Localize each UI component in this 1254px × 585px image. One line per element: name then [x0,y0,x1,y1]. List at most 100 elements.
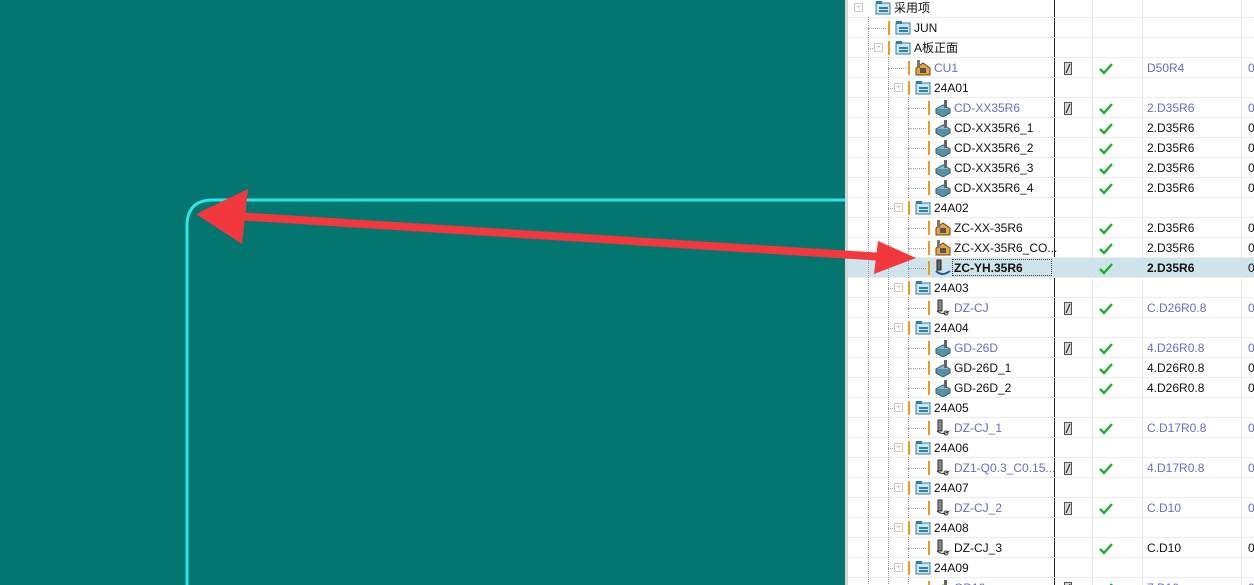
tree-operation-row[interactable]: GD-26D_1 4.D26R0.8 0 [848,357,1254,378]
program-group-icon [894,39,912,57]
extra-column-value: 0 [1248,461,1254,475]
tree-operation-row[interactable]: CD-XX35R6_4 2.D35R6 0 [848,177,1254,198]
collapse-toggle[interactable]: - [894,403,903,412]
tree-connector [888,377,889,398]
tree-operation-row[interactable]: CU1 D50R4 0 [848,57,1254,78]
collapse-toggle[interactable]: - [894,523,903,532]
tree-connector [868,117,869,138]
tree-operation-row[interactable]: ZC-XX-35R6_CO... 2.D35R6 0 [848,237,1254,258]
operation-navigator[interactable]: - 采用项 JUN - A板正面 CU1 D50R4 0 - 24A01 CD-XX35R6 2.D3… [848,0,1254,585]
toolpath-status-icon [1064,422,1072,435]
tree-folder-row[interactable]: - 24A01 [848,77,1254,98]
tree-folder-row[interactable]: - 24A05 [848,397,1254,418]
tree-connector [868,257,869,278]
tree-folder-row[interactable]: - 24A03 [848,277,1254,298]
tree-operation-row[interactable]: DZ-CJ_1 C.D17R0.8 0 [848,417,1254,438]
tree-connector [868,557,869,578]
tree-connector [908,137,909,158]
collapse-toggle[interactable]: - [894,563,903,572]
status-warning-marker [928,261,930,275]
tree-connector [908,348,926,349]
tree-operation-row[interactable]: CD-XX35R6_1 2.D35R6 0 [848,117,1254,138]
tree-connector [908,577,909,585]
tree-connector [888,157,889,178]
tool-name: 2.D35R6 [1147,161,1195,175]
status-warning-marker [908,321,910,335]
tool-name: D50R4 [1147,61,1185,75]
tool-name: 2.D35R6 [1147,261,1195,275]
collapse-toggle[interactable]: - [894,483,903,492]
program-group-icon [914,479,932,497]
tree-folder-row[interactable]: - 24A07 [848,477,1254,498]
tool-name: C.D17R0.8 [1147,421,1207,435]
tree-connector [868,17,869,38]
tree-connector [888,477,889,498]
tree-operation-row[interactable]: DZ-CJ_3 C.D10 0 [848,537,1254,558]
cavity-operation-icon [934,219,952,237]
graphics-viewport[interactable] [0,0,845,585]
tree-connector [888,68,906,69]
tree-operation-row[interactable]: CD-XX35R6_3 2.D35R6 0 [848,157,1254,178]
status-warning-marker [928,161,930,175]
collapse-toggle[interactable]: - [894,83,903,92]
tree-folder-row[interactable]: - 采用项 [848,0,1254,18]
status-warning-marker [928,541,930,555]
tree-connector [888,237,889,258]
check-icon [1098,542,1114,556]
status-warning-marker [908,281,910,295]
tree-operation-row[interactable]: DZ1-Q0.3_C0.15... 4.D17R0.8 0 [848,457,1254,478]
tree-operation-row[interactable]: ZC-XX-35R6 2.D35R6 0 [848,217,1254,238]
collapse-toggle[interactable]: - [894,323,903,332]
tree-folder-row[interactable]: - 24A06 [848,437,1254,458]
tree-folder-row[interactable]: - 24A08 [848,517,1254,538]
tree-connector [908,337,909,358]
tree-connector [868,37,869,58]
tree-operation-row[interactable]: GD-26D_2 4.D26R0.8 0 [848,377,1254,398]
tree-connector [868,277,869,298]
operation-name: ZC-YH.35R6 [954,261,1023,275]
tree-folder-row[interactable]: - A板正面 [848,37,1254,58]
tree-operation-row[interactable]: ZC-YH.35R6 2.D35R6 0 [848,257,1254,278]
extra-column-value: 0 [1248,341,1254,355]
status-warning-marker [888,21,890,35]
tree-folder-row[interactable]: - 24A09 [848,557,1254,578]
tree-connector [908,457,909,478]
operation-name: 24A09 [934,561,969,575]
operation-name: DZ-CJ_3 [954,541,1003,555]
tree-connector [868,237,869,258]
tree-operation-row[interactable]: CD-XX35R6 2.D35R6 0 [848,97,1254,118]
tree-operation-row[interactable]: DZ-CJ_2 C.D10 0 [848,497,1254,518]
tree-folder-row[interactable]: JUN [848,17,1254,38]
collapse-toggle[interactable]: - [854,3,863,12]
tree-connector [888,557,889,578]
collapse-toggle[interactable]: - [894,283,903,292]
tree-connector [888,97,889,118]
check-icon [1098,382,1114,396]
tree-connector [868,477,869,498]
check-icon [1098,162,1114,176]
tree-operation-row[interactable]: CD-XX35R6_2 2.D35R6 0 [848,137,1254,158]
tree-folder-row[interactable]: - 24A02 [848,197,1254,218]
collapse-toggle[interactable]: - [894,203,903,212]
collapse-toggle[interactable]: - [894,443,903,452]
collapse-toggle[interactable]: - [874,43,883,52]
tree-operation-row[interactable]: GD10 7.D10 0 [848,577,1254,585]
check-icon [1098,502,1114,516]
drill-operation-icon [934,499,952,517]
tree-connector [888,577,889,585]
operation-name: 采用项 [894,1,931,15]
zlevel-operation-icon [934,159,952,178]
check-icon [1098,242,1114,256]
tree-connector [908,368,926,369]
tool-name: 2.D35R6 [1147,121,1195,135]
tree-connector [868,437,869,458]
tree-operation-row[interactable]: DZ-CJ C.D26R0.8 0 [848,297,1254,318]
tree-connector [868,57,869,78]
tree-connector [868,317,869,338]
tree-connector [908,468,926,469]
operation-name: GD10 [954,581,985,585]
tree-connector [908,248,926,249]
tree-connector [888,77,889,98]
tree-operation-row[interactable]: GD-26D 4.D26R0.8 0 [848,337,1254,358]
tree-folder-row[interactable]: - 24A04 [848,317,1254,338]
